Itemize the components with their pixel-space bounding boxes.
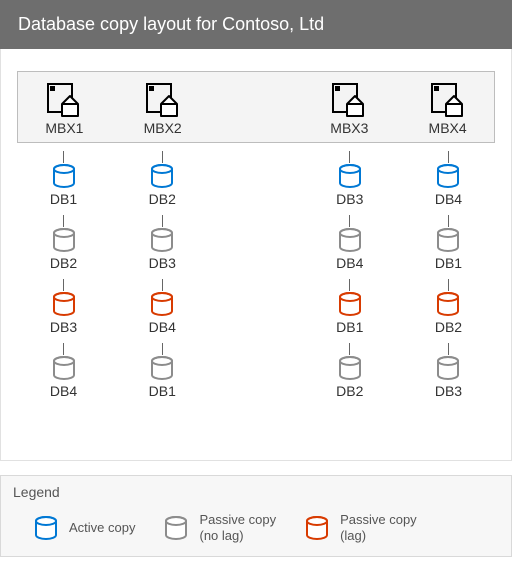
server-icon — [30, 82, 99, 118]
db-copy: DB4 — [29, 343, 98, 399]
connector-line — [162, 343, 163, 355]
db-column: DB2 DB3 DB4 DB1 — [128, 143, 197, 399]
connector-line — [448, 151, 449, 163]
server-icon — [315, 82, 384, 118]
db-label: DB3 — [414, 383, 483, 399]
connector-line — [63, 279, 64, 291]
legend-label: Passive copy(lag) — [340, 512, 417, 543]
database-icon — [128, 291, 197, 317]
diagram-title: Database copy layout for Contoso, Ltd — [0, 0, 512, 49]
connector-line — [349, 343, 350, 355]
server-col: MBX1 — [30, 82, 99, 136]
connector-line — [162, 279, 163, 291]
database-icon — [128, 227, 197, 253]
connector-line — [448, 279, 449, 291]
database-icon — [414, 163, 483, 189]
db-copy: DB1 — [414, 215, 483, 271]
db-column: DB4 DB1 DB2 DB3 — [414, 143, 483, 399]
db-label: DB4 — [315, 255, 384, 271]
servers-group: MBX1 MBX2 MBX3 MBX4 — [17, 71, 495, 143]
connector-line — [448, 343, 449, 355]
server-col: MBX2 — [128, 82, 197, 136]
legend-row: Active copy Passive copy(no lag) Passive… — [1, 500, 511, 543]
legend-title: Legend — [1, 476, 511, 500]
legend-entry: Passive copy(no lag) — [163, 512, 276, 543]
server-label: MBX2 — [128, 120, 197, 136]
connector-line — [162, 151, 163, 163]
connector-line — [162, 215, 163, 227]
db-copy: DB1 — [315, 279, 384, 335]
database-icon — [315, 163, 384, 189]
db-copy: DB2 — [414, 279, 483, 335]
db-copy: DB3 — [128, 215, 197, 271]
db-label: DB4 — [414, 191, 483, 207]
db-label: DB3 — [29, 319, 98, 335]
legend-entry: Active copy — [33, 515, 135, 541]
server-label: MBX3 — [315, 120, 384, 136]
db-column: DB3 DB4 DB1 DB2 — [315, 143, 384, 399]
db-copy: DB4 — [128, 279, 197, 335]
db-copy: DB2 — [29, 215, 98, 271]
database-icon — [163, 515, 189, 541]
db-label: DB2 — [128, 191, 197, 207]
db-label: DB1 — [29, 191, 98, 207]
database-icon — [315, 227, 384, 253]
connector-line — [63, 343, 64, 355]
database-icon — [33, 515, 59, 541]
db-copy: DB3 — [414, 343, 483, 399]
database-icon — [128, 355, 197, 381]
db-copy: DB3 — [315, 151, 384, 207]
server-col: MBX3 — [315, 82, 384, 136]
db-label: DB2 — [29, 255, 98, 271]
db-copy: DB3 — [29, 279, 98, 335]
db-label: DB4 — [128, 319, 197, 335]
legend-label: Active copy — [69, 520, 135, 536]
database-icon — [29, 163, 98, 189]
db-copy: DB4 — [315, 215, 384, 271]
database-icon — [29, 291, 98, 317]
server-col: MBX4 — [413, 82, 482, 136]
database-icon — [414, 355, 483, 381]
db-copy: DB2 — [128, 151, 197, 207]
legend-entry: Passive copy(lag) — [304, 512, 417, 543]
server-label: MBX4 — [413, 120, 482, 136]
db-column: DB1 DB2 DB3 DB4 — [29, 143, 98, 399]
connector-line — [349, 279, 350, 291]
connector-line — [349, 151, 350, 163]
legend-label: Passive copy(no lag) — [199, 512, 276, 543]
db-copy: DB1 — [29, 151, 98, 207]
db-label: DB1 — [128, 383, 197, 399]
db-columns: DB1 DB2 DB3 DB4 DB2 — [17, 143, 495, 399]
database-icon — [29, 227, 98, 253]
db-label: DB3 — [315, 191, 384, 207]
db-label: DB2 — [414, 319, 483, 335]
database-icon — [315, 355, 384, 381]
db-label: DB1 — [414, 255, 483, 271]
connector-line — [349, 215, 350, 227]
database-icon — [414, 227, 483, 253]
server-label: MBX1 — [30, 120, 99, 136]
server-icon — [413, 82, 482, 118]
db-label: DB2 — [315, 383, 384, 399]
server-icon — [128, 82, 197, 118]
database-icon — [29, 355, 98, 381]
db-label: DB3 — [128, 255, 197, 271]
database-icon — [304, 515, 330, 541]
database-icon — [128, 163, 197, 189]
database-icon — [414, 291, 483, 317]
connector-line — [63, 215, 64, 227]
db-copy: DB1 — [128, 343, 197, 399]
database-icon — [315, 291, 384, 317]
connector-line — [63, 151, 64, 163]
db-copy: DB4 — [414, 151, 483, 207]
diagram-canvas: MBX1 MBX2 MBX3 MBX4 — [0, 49, 512, 461]
db-label: DB1 — [315, 319, 384, 335]
db-copy: DB2 — [315, 343, 384, 399]
connector-line — [448, 215, 449, 227]
db-label: DB4 — [29, 383, 98, 399]
legend: Legend Active copy Passive copy(no lag) … — [0, 475, 512, 557]
